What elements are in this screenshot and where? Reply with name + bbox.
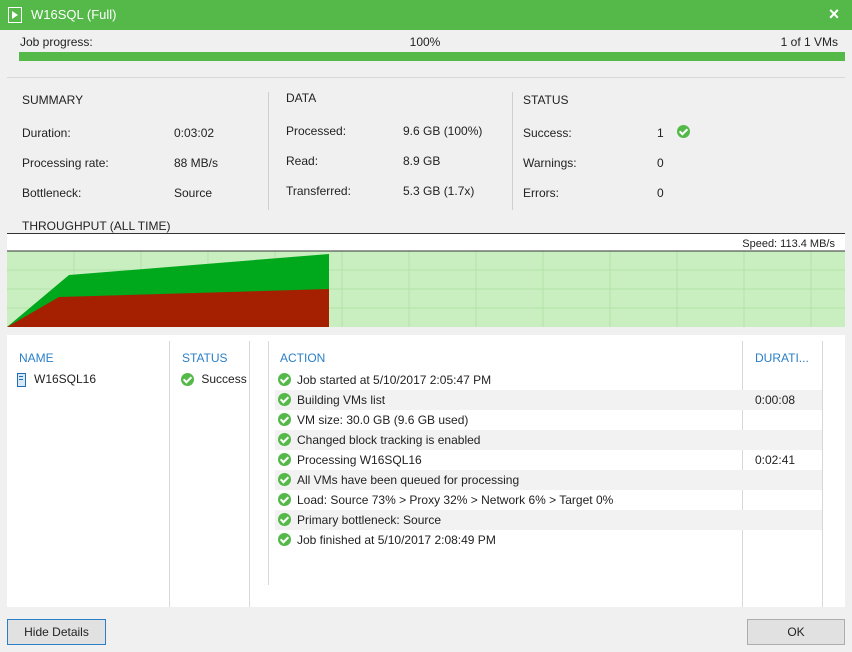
column-separator [169, 341, 170, 607]
column-separator [249, 341, 250, 607]
vm-status: Success [181, 372, 247, 387]
status-success-value: 1 [657, 126, 664, 140]
action-row: Job finished at 5/10/2017 2:08:49 PM [275, 530, 822, 550]
data-processed-label: Processed: [286, 124, 347, 138]
data-transferred-value: 5.3 GB (1.7x) [403, 184, 475, 198]
action-text: Changed block tracking is enabled [297, 433, 481, 447]
success-check-icon [677, 125, 690, 138]
success-check-icon [278, 533, 291, 547]
job-progress-count: 1 of 1 VMs [780, 35, 838, 49]
speed-readout: Speed: 113.4 MB/s [740, 238, 837, 250]
action-text: All VMs have been queued for processing [297, 473, 520, 487]
summary-duration-label: Duration: [22, 126, 71, 140]
success-check-icon [278, 493, 291, 507]
vm-status-text: Success [201, 372, 247, 386]
data-transferred-label: Transferred: [286, 184, 351, 198]
data-read-value: 8.9 GB [403, 154, 441, 168]
action-row: VM size: 30.0 GB (9.6 GB used) [275, 410, 822, 430]
summary-title: SUMMARY [22, 93, 84, 107]
summary-duration-value: 0:03:02 [174, 126, 215, 140]
success-check-icon [181, 373, 194, 387]
summary-rate-label: Processing rate: [22, 156, 109, 170]
data-processed-value: 9.6 GB (100%) [403, 124, 483, 138]
action-row: All VMs have been queued for processing [275, 470, 822, 490]
status-errors-value: 0 [657, 186, 664, 200]
throughput-graph: Speed: 113.4 MB/s [7, 233, 845, 327]
action-row: Primary bottleneck: Source [275, 510, 822, 530]
action-row: Building VMs list 0:00:08 [275, 390, 822, 410]
details-panel: NAME STATUS ACTION DURATI... W16SQL16 Su… [7, 335, 845, 607]
column-separator [822, 341, 823, 607]
action-text: Load: Source 73% > Proxy 32% > Network 6… [297, 493, 614, 507]
action-duration: 0:02:41 [755, 453, 796, 467]
action-duration: 0:00:08 [755, 393, 796, 407]
success-check-icon [278, 473, 291, 487]
col-header-action[interactable]: ACTION [280, 351, 325, 365]
action-row: Processing W16SQL16 0:02:41 [275, 450, 822, 470]
data-title: DATA [286, 91, 317, 105]
status-warnings-value: 0 [657, 156, 664, 170]
success-check-icon [278, 513, 291, 527]
success-check-icon [278, 453, 291, 467]
success-check-icon [278, 393, 291, 407]
summary-bottleneck-value: Source [174, 186, 213, 200]
window-title: W16SQL (Full) [31, 7, 117, 22]
action-row: Load: Source 73% > Proxy 32% > Network 6… [275, 490, 822, 510]
summary-bottleneck-label: Bottleneck: [22, 186, 82, 200]
close-icon[interactable]: × [824, 4, 844, 24]
throughput-title: THROUGHPUT (ALL TIME) [22, 219, 171, 233]
job-progress-bar [19, 52, 845, 61]
section-separator [268, 92, 269, 210]
action-text: Primary bottleneck: Source [297, 513, 442, 527]
summary-rate-value: 88 MB/s [174, 156, 219, 170]
data-read-label: Read: [286, 154, 319, 168]
veeam-job-icon [8, 7, 22, 23]
title-bar: W16SQL (Full) × [0, 0, 852, 30]
col-header-duration[interactable]: DURATI... [755, 351, 809, 365]
success-check-icon [278, 433, 291, 447]
col-header-status[interactable]: STATUS [182, 351, 228, 365]
col-header-name[interactable]: NAME [19, 351, 54, 365]
throughput-chart [7, 250, 845, 327]
action-log: Job started at 5/10/2017 2:05:47 PM Buil… [275, 370, 822, 550]
success-check-icon [278, 373, 291, 387]
vm-icon [17, 372, 26, 387]
success-check-icon [278, 413, 291, 427]
ok-button[interactable]: OK [747, 619, 845, 645]
divider [7, 77, 845, 78]
vm-list-item[interactable]: W16SQL16 [17, 372, 96, 387]
action-row: Changed block tracking is enabled [275, 430, 822, 450]
status-warnings-label: Warnings: [523, 156, 577, 170]
action-text: Processing W16SQL16 [297, 453, 422, 467]
status-success-label: Success: [523, 126, 572, 140]
action-text: Job started at 5/10/2017 2:05:47 PM [297, 373, 492, 387]
hide-details-button[interactable]: Hide Details [7, 619, 106, 645]
action-row: Job started at 5/10/2017 2:05:47 PM [275, 370, 822, 390]
vm-name: W16SQL16 [34, 372, 97, 386]
job-progress-label: Job progress: [20, 35, 93, 49]
column-separator [268, 341, 269, 585]
job-progress-percent: 100% [409, 35, 441, 49]
status-title: STATUS [523, 93, 569, 107]
action-text: Building VMs list [297, 393, 386, 407]
job-progress-fill [19, 52, 845, 61]
action-text: VM size: 30.0 GB (9.6 GB used) [297, 413, 469, 427]
action-text: Job finished at 5/10/2017 2:08:49 PM [297, 533, 496, 547]
section-separator [512, 92, 513, 210]
status-errors-label: Errors: [523, 186, 559, 200]
